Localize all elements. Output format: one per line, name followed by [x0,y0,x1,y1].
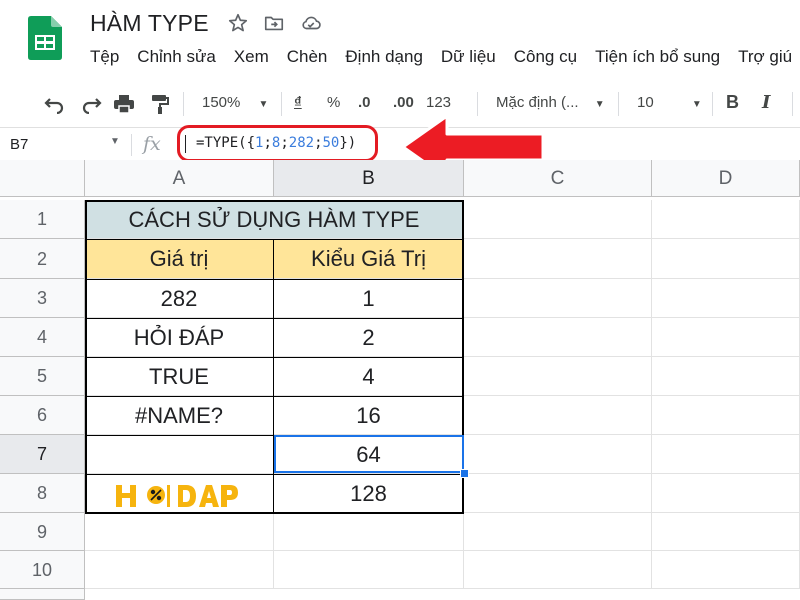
cell-d10[interactable] [652,551,800,589]
chevron-down-icon: ▼ [110,136,120,147]
cell-d2[interactable] [652,239,800,279]
row-header-10[interactable]: 10 [0,551,85,589]
column-header-a[interactable]: A [85,160,274,197]
cell-b5[interactable]: 4 [274,357,464,396]
cell-b6[interactable]: 16 [274,396,464,435]
cell-b10[interactable] [274,551,464,589]
menu-file[interactable]: Tệp [90,47,119,66]
row-header-4[interactable]: 4 [0,318,85,357]
cloud-saved-icon[interactable] [300,12,322,34]
menu-bar: Tệp Chỉnh sửa Xem Chèn Định dạng Dữ liệu Công … [90,47,800,71]
zoom-select[interactable]: 150% ▼ [202,94,268,114]
cell-b4[interactable]: 2 [274,318,464,357]
cell-d1[interactable] [652,200,800,239]
select-all-corner[interactable] [0,160,85,197]
star-icon[interactable] [227,12,249,34]
cell-d4[interactable] [652,318,800,357]
row-header-6[interactable]: 6 [0,396,85,435]
font-size-select[interactable]: 10 ▼ [637,94,702,114]
cell-c9[interactable] [464,513,652,551]
font-size-value: 10 [637,94,654,111]
column-header-b[interactable]: B [274,160,464,197]
cell-c4[interactable] [464,318,652,357]
menu-edit[interactable]: Chỉnh sửa [137,47,215,66]
menu-view[interactable]: Xem [234,47,269,66]
header-cell-value[interactable]: Giá trị [85,239,274,279]
cell-d5[interactable] [652,357,800,396]
formula-highlight-box [177,125,378,162]
fx-icon: fx [143,133,161,155]
cell-c10[interactable] [464,551,652,589]
cell-a10[interactable] [85,551,274,589]
row-header-5[interactable]: 5 [0,357,85,396]
menu-insert[interactable]: Chèn [287,47,328,66]
chevron-down-icon: ▼ [691,99,702,110]
cell-a5[interactable]: TRUE [85,357,274,396]
cell-d3[interactable] [652,279,800,318]
print-icon[interactable] [113,94,135,114]
row-header-3[interactable]: 3 [0,279,85,318]
header-cell-type[interactable]: Kiểu Giá Trị [274,239,464,279]
name-box[interactable]: B7 ▼ [0,128,130,161]
cell-c1[interactable] [464,200,652,239]
cell-b3[interactable]: 1 [274,279,464,318]
menu-format[interactable]: Định dạng [345,47,423,66]
menu-help[interactable]: Trợ giú [738,47,792,66]
cell-reference: B7 [10,136,29,153]
cell-a9[interactable] [85,513,274,551]
cell-a7[interactable] [85,435,274,474]
cell-c8[interactable] [464,474,652,513]
row-header-8[interactable]: 8 [0,474,85,513]
cell-b7[interactable]: 64 [274,435,464,474]
percent-format-button[interactable]: % [327,94,340,114]
row-header-11[interactable] [0,589,85,600]
zoom-value: 150% [202,94,241,111]
currency-format-button[interactable]: ₫ [294,94,302,114]
google-sheets-logo-icon[interactable] [28,16,62,60]
cell-a4[interactable]: HỎI ĐÁP [85,318,274,357]
menu-tools[interactable]: Công cụ [514,47,577,66]
cell-d8[interactable] [652,474,800,513]
cell-d9[interactable] [652,513,800,551]
hoi-dap-logo [116,485,238,507]
cell-c5[interactable] [464,357,652,396]
document-title[interactable]: HÀM TYPE [90,10,209,37]
chevron-down-icon: ▼ [258,99,269,110]
menu-data[interactable]: Dữ liệu [441,47,496,66]
italic-button[interactable]: I [762,92,770,113]
cell-a3[interactable]: 282 [85,279,274,318]
redo-icon[interactable] [80,94,102,114]
bold-button[interactable]: B [726,92,739,112]
menu-addons[interactable]: Tiện ích bổ sung [595,47,720,66]
undo-icon[interactable] [44,94,66,114]
cell-d7[interactable] [652,435,800,474]
fill-handle[interactable] [460,469,469,478]
column-header-d[interactable]: D [652,160,800,197]
cell-c3[interactable] [464,279,652,318]
row-header-1[interactable]: 1 [0,200,85,239]
move-to-folder-icon[interactable] [263,12,285,34]
column-header-c[interactable]: C [464,160,652,197]
row-header-7[interactable]: 7 [0,435,85,474]
decrease-decimal-button[interactable]: .0 [358,94,371,114]
paint-format-icon[interactable] [150,94,170,114]
cell-c7[interactable] [464,435,652,474]
cell-b8[interactable]: 128 [274,474,464,513]
row-header-2[interactable]: 2 [0,239,85,279]
sheet-title-cell[interactable]: CÁCH SỬ DỤNG HÀM TYPE [85,200,464,239]
cell-c2[interactable] [464,239,652,279]
cell-d6[interactable] [652,396,800,435]
cell-b9[interactable] [274,513,464,551]
row-header-9[interactable]: 9 [0,513,85,551]
cell-a6[interactable]: #NAME? [85,396,274,435]
chevron-down-icon: ▼ [594,99,605,110]
cell-c6[interactable] [464,396,652,435]
